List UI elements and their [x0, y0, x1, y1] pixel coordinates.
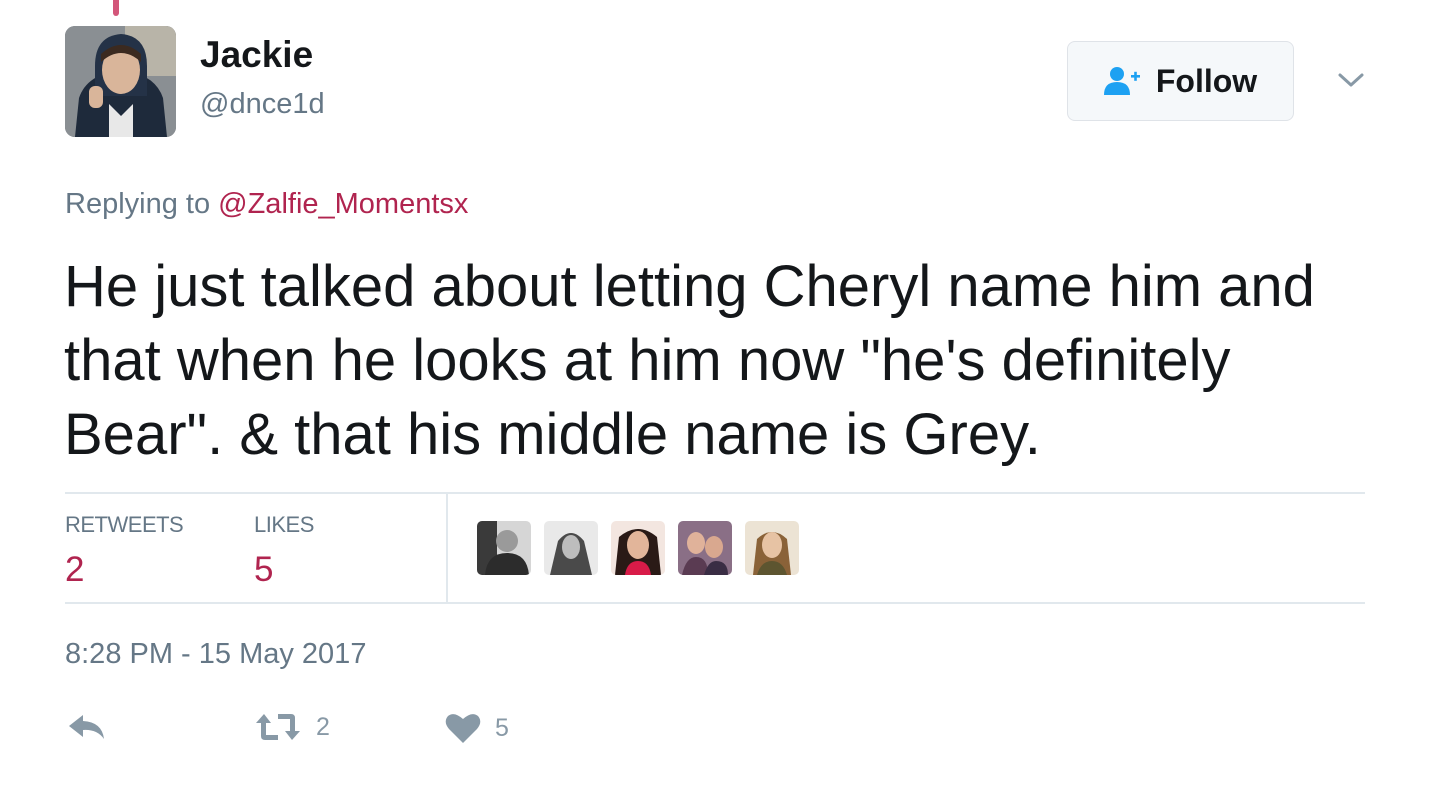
likes-stat[interactable]: LIKES 5 [254, 512, 314, 590]
like-count: 5 [495, 713, 509, 742]
reply-action[interactable] [67, 712, 107, 742]
stats-bottom-divider [65, 602, 1365, 604]
likes-value: 5 [254, 550, 274, 589]
follow-person-plus-icon [1103, 67, 1140, 95]
follow-button[interactable]: Follow [1067, 41, 1294, 121]
stats-vertical-divider [446, 494, 448, 602]
liker-avatar-image [611, 521, 665, 575]
like-action[interactable]: 5 [445, 712, 509, 744]
author-handle[interactable]: @dnce1d [200, 88, 325, 121]
follow-button-label: Follow [1155, 62, 1258, 99]
liker-avatar[interactable] [678, 521, 732, 575]
tweet-text: He just talked about letting Cheryl name… [64, 254, 1315, 467]
tweet-menu-caret[interactable] [1336, 68, 1366, 92]
chevron-down-icon [1338, 73, 1364, 87]
retweet-count: 2 [316, 712, 330, 741]
likers-avatar-list [477, 521, 799, 575]
retweet-action[interactable]: 2 [254, 712, 330, 742]
reply-icon [69, 715, 104, 739]
tweet-timestamp[interactable]: 8:28 PM - 15 May 2017 [65, 638, 366, 671]
likes-label: LIKES [254, 512, 314, 537]
liker-avatar-image [477, 521, 531, 575]
retweet-icon [256, 714, 300, 740]
reply-context: Replying to @Zalfie_Momentsx [65, 188, 468, 221]
reply-context-prefix: Replying to [65, 188, 219, 220]
liker-avatar[interactable] [477, 521, 531, 575]
retweets-value: 2 [65, 550, 85, 589]
retweets-label: RETWEETS [65, 512, 184, 537]
thread-connector-line [113, 0, 119, 16]
liker-avatar-image [678, 521, 732, 575]
retweets-stat[interactable]: RETWEETS 2 [65, 512, 184, 590]
reply-mention-link[interactable]: @Zalfie_Momentsx [218, 188, 468, 220]
heart-icon [445, 714, 481, 743]
liker-avatar-image [745, 521, 799, 575]
liker-avatar[interactable] [611, 521, 665, 575]
liker-avatar[interactable] [544, 521, 598, 575]
avatar-image [65, 26, 176, 137]
avatar[interactable] [65, 26, 176, 137]
stats-top-divider [65, 492, 1365, 494]
liker-avatar[interactable] [745, 521, 799, 575]
author-name[interactable]: Jackie [200, 34, 313, 76]
liker-avatar-image [544, 521, 598, 575]
